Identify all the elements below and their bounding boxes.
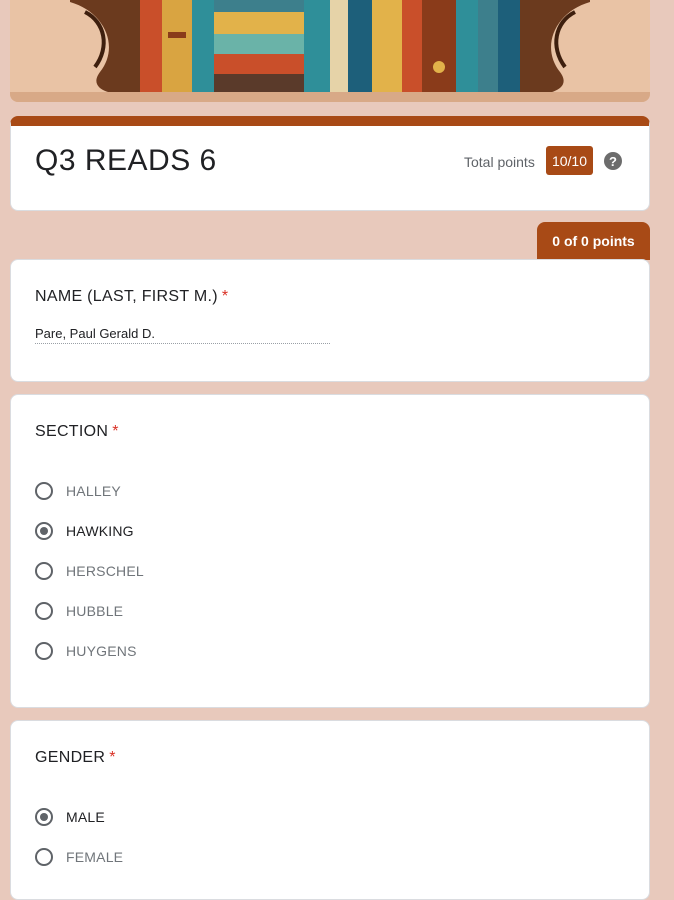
- option-label: FEMALE: [66, 849, 124, 865]
- question-label: GENDER: [35, 749, 106, 766]
- option-label: MALE: [66, 809, 105, 825]
- form-header-card: Q3 READS 6 Total points 10/10 ?: [10, 116, 650, 211]
- form-title: Q3 READS 6: [35, 144, 217, 177]
- radio-button-selected[interactable]: [35, 522, 53, 540]
- radio-option-hubble[interactable]: HUBBLE: [35, 599, 123, 623]
- question-label: SECTION: [35, 423, 109, 440]
- question-title: SECTION *: [35, 423, 119, 441]
- question-card-name: NAME (LAST, FIRST M.) * Pare, Paul Gerald…: [10, 259, 650, 382]
- option-label: HAWKING: [66, 523, 134, 539]
- score-badge: 10/10: [546, 146, 593, 175]
- option-label: HUBBLE: [66, 603, 124, 619]
- header-banner-image: [10, 0, 650, 102]
- radio-option-male[interactable]: MALE: [35, 805, 105, 829]
- radio-button-selected[interactable]: [35, 808, 53, 826]
- radio-option-halley[interactable]: HALLEY: [35, 479, 121, 503]
- radio-option-female[interactable]: FEMALE: [35, 845, 123, 869]
- question-label: NAME (LAST, FIRST M.): [35, 288, 218, 305]
- required-asterisk: *: [112, 423, 119, 440]
- radio-button[interactable]: [35, 642, 53, 660]
- radio-button[interactable]: [35, 562, 53, 580]
- required-asterisk: *: [109, 749, 116, 766]
- question-title: NAME (LAST, FIRST M.) *: [35, 288, 228, 306]
- help-icon[interactable]: ?: [604, 152, 622, 170]
- radio-option-huygens[interactable]: HUYGENS: [35, 639, 137, 663]
- total-points-label: Total points: [464, 154, 535, 170]
- radio-option-herschel[interactable]: HERSCHEL: [35, 559, 144, 583]
- question-card-section: SECTION * HALLEY HAWKING HERSCHEL HUBBLE …: [10, 394, 650, 708]
- section-points-badge: 0 of 0 points: [537, 222, 650, 260]
- radio-button[interactable]: [35, 482, 53, 500]
- question-title: GENDER *: [35, 749, 116, 767]
- option-label: HUYGENS: [66, 643, 137, 659]
- name-answer: Pare, Paul Gerald D.: [35, 326, 330, 344]
- radio-button[interactable]: [35, 848, 53, 866]
- option-label: HERSCHEL: [66, 563, 144, 579]
- required-asterisk: *: [221, 288, 229, 305]
- question-card-gender: GENDER * MALE FEMALE: [10, 720, 650, 900]
- radio-option-hawking[interactable]: HAWKING: [35, 519, 134, 543]
- option-label: HALLEY: [66, 483, 121, 499]
- radio-button[interactable]: [35, 602, 53, 620]
